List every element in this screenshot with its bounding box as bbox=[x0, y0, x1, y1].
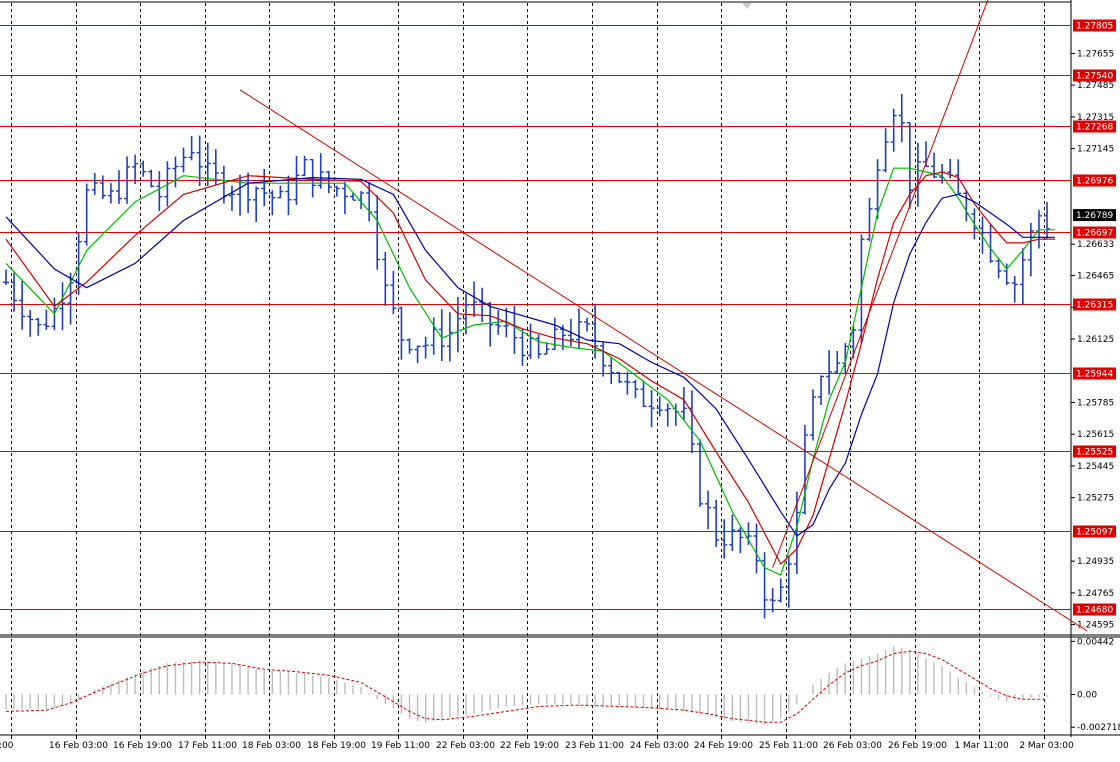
current-price-label: 1.26789 bbox=[1076, 211, 1113, 221]
level-badge-label: 1.25944 bbox=[1076, 370, 1113, 380]
level-badge-label: 1.27268 bbox=[1076, 123, 1113, 133]
level-badge-label: 1.26315 bbox=[1076, 301, 1113, 311]
level-badge-label: 1.26976 bbox=[1076, 177, 1113, 187]
time-label: 18 Feb 19:00 bbox=[307, 741, 366, 751]
level-badge-label: 1.26697 bbox=[1076, 229, 1113, 239]
chart-background bbox=[0, 0, 1120, 758]
price-tick-label: 1.25785 bbox=[1077, 398, 1114, 408]
time-label: 2 Mar 03:00 bbox=[1019, 741, 1074, 751]
level-badge-label: 1.25525 bbox=[1076, 448, 1113, 458]
time-label: 23 Feb 11:00 bbox=[565, 741, 624, 751]
time-label: 18 Feb 03:00 bbox=[242, 741, 301, 751]
price-tick-label: 1.25275 bbox=[1077, 494, 1114, 504]
price-tick-label: 1.24935 bbox=[1077, 557, 1114, 567]
indicator-tick-label: -0.002718 bbox=[1077, 723, 1120, 733]
price-tick-label: 1.26633 bbox=[1077, 240, 1114, 250]
price-tick-label: 1.25445 bbox=[1077, 462, 1114, 472]
time-label: 26 Feb 19:00 bbox=[888, 741, 947, 751]
price-tick-label: 1.27485 bbox=[1077, 81, 1114, 91]
chart-svg: 1:00 16 Feb 03:00 16 Feb 19:00 17 Feb 11:00… bbox=[0, 0, 1120, 758]
time-label: 24 Feb 19:00 bbox=[694, 741, 753, 751]
price-tick-label: 1.24595 bbox=[1077, 621, 1114, 631]
time-label: 25 Feb 11:00 bbox=[759, 741, 818, 751]
level-badge-label: 1.25097 bbox=[1076, 528, 1113, 538]
time-label: 22 Feb 03:00 bbox=[436, 741, 495, 751]
time-label: 24 Feb 03:00 bbox=[630, 741, 689, 751]
level-badge-label: 1.24680 bbox=[1076, 606, 1113, 616]
time-label: 1 Mar 11:00 bbox=[954, 741, 1009, 751]
price-tick-label: 1.27145 bbox=[1077, 145, 1114, 155]
indicator-tick-label: 0.00442 bbox=[1077, 637, 1114, 647]
chart-root: 1:00 16 Feb 03:00 16 Feb 19:00 17 Feb 11:00… bbox=[0, 0, 1120, 758]
price-tick-label: 1.26465 bbox=[1077, 272, 1114, 282]
level-badge-label: 1.27540 bbox=[1076, 72, 1113, 82]
time-label: 16 Feb 03:00 bbox=[49, 741, 108, 751]
indicator-tick-label: 0.00 bbox=[1077, 691, 1097, 701]
level-badge-label: 1.27805 bbox=[1076, 22, 1113, 32]
time-label: 16 Feb 19:00 bbox=[113, 741, 172, 751]
time-label: 26 Feb 03:00 bbox=[823, 741, 882, 751]
time-label: 1:00 bbox=[0, 741, 14, 751]
price-tick-label: 1.27655 bbox=[1077, 49, 1114, 59]
price-tick-label: 1.26125 bbox=[1077, 335, 1114, 345]
time-label: 22 Feb 19:00 bbox=[500, 741, 559, 751]
price-tick-label: 1.24765 bbox=[1077, 589, 1114, 599]
time-label: 17 Feb 11:00 bbox=[178, 741, 237, 751]
price-tick-label: 1.25615 bbox=[1077, 430, 1114, 440]
time-label: 19 Feb 11:00 bbox=[371, 741, 430, 751]
